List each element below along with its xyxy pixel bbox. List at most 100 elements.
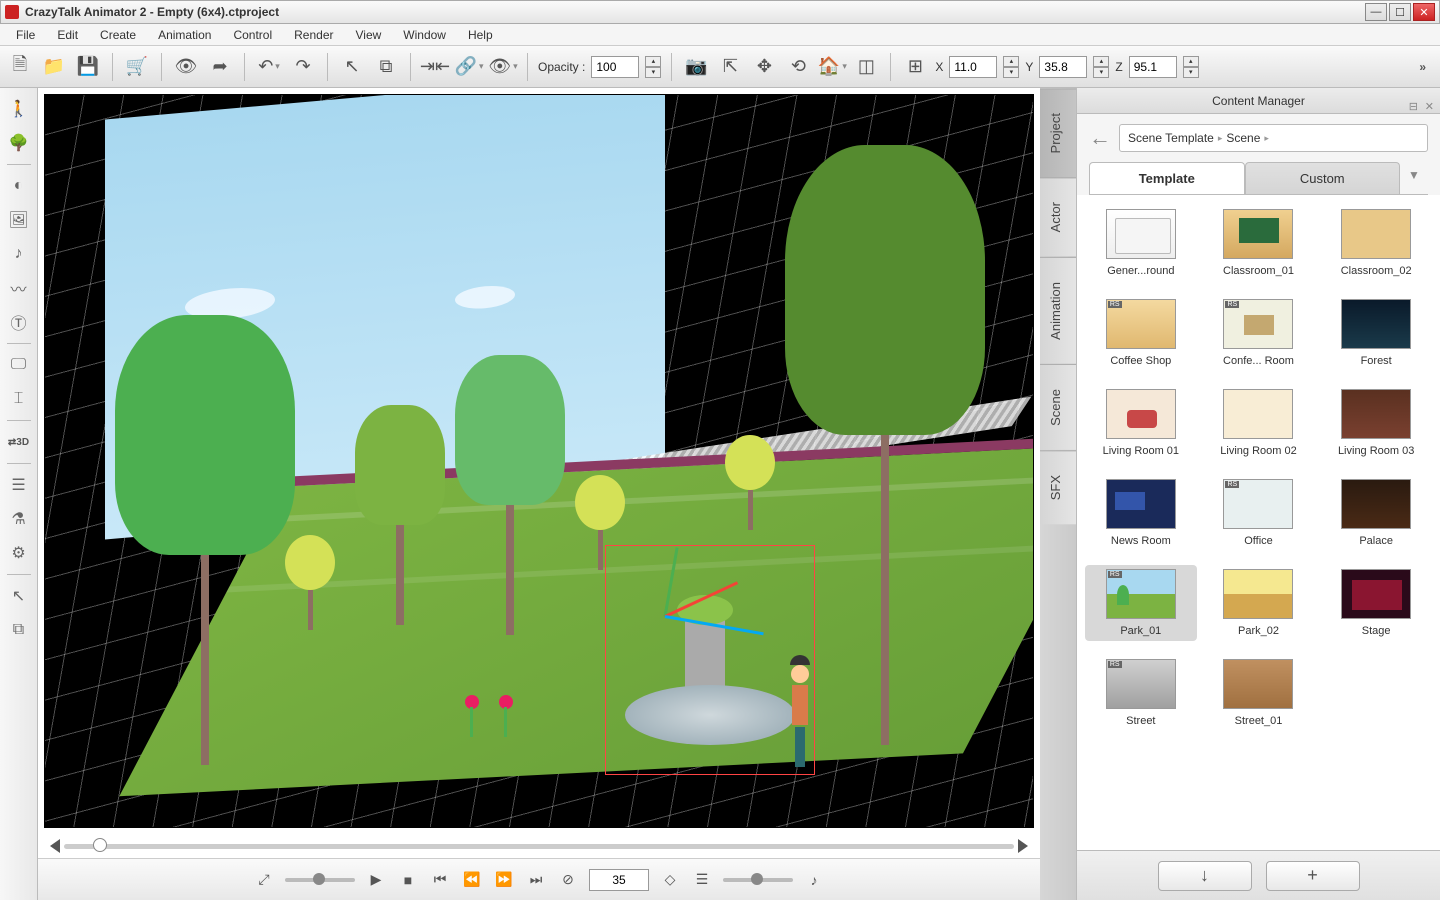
panel-close-icon[interactable]: ✕ [1425, 94, 1434, 120]
flip-icon[interactable]: ⇥⇤ [421, 53, 449, 81]
scene-item[interactable]: Forest [1320, 295, 1432, 371]
first-frame-icon[interactable]: ⏮ [429, 869, 451, 891]
scene-item[interactable]: RSConfe... Room [1203, 295, 1315, 371]
x-input[interactable] [949, 56, 997, 78]
stop-icon[interactable]: ■ [397, 869, 419, 891]
add-button[interactable]: + [1266, 861, 1360, 891]
tab-custom[interactable]: Custom [1245, 162, 1401, 194]
copy-icon[interactable]: ⧉ [372, 53, 400, 81]
scene-item[interactable]: RSPark_01 [1085, 565, 1197, 641]
tab-sfx[interactable]: SFX [1040, 450, 1076, 524]
scene-item[interactable]: Living Room 02 [1203, 385, 1315, 461]
rewind-icon[interactable]: ⏪ [461, 869, 483, 891]
opacity-spinner[interactable]: ▴▾ [645, 56, 661, 78]
open-project-icon[interactable]: 📁 [40, 53, 68, 81]
character-actor[interactable] [780, 655, 820, 775]
tab-template[interactable]: Template [1089, 162, 1245, 194]
tab-animation[interactable]: Animation [1040, 257, 1076, 364]
link-icon[interactable]: 🔗 [455, 53, 483, 81]
current-frame-input[interactable] [589, 869, 649, 891]
zoom-timeline-icon[interactable]: ⤢ [253, 869, 275, 891]
scene-item[interactable]: Living Room 03 [1320, 385, 1432, 461]
menu-view[interactable]: View [345, 26, 391, 44]
waveform-tool-icon[interactable]: 〰 [6, 275, 32, 301]
tab-actor[interactable]: Actor [1040, 177, 1076, 256]
pan-icon[interactable]: ✥ [750, 53, 778, 81]
cursor-icon[interactable]: ↖ [338, 53, 366, 81]
scene-item[interactable]: RSStreet [1085, 655, 1197, 731]
opacity-input[interactable] [591, 56, 639, 78]
minimize-button[interactable]: — [1365, 3, 1387, 21]
x-spinner[interactable]: ▴▾ [1003, 56, 1019, 78]
menu-create[interactable]: Create [90, 26, 146, 44]
scene-item[interactable]: RSOffice [1203, 475, 1315, 551]
volume-slider[interactable] [723, 878, 793, 882]
duplicate-icon[interactable]: ⧉ [6, 617, 32, 643]
keyframe-icon[interactable]: ◇ [659, 869, 681, 891]
menu-render[interactable]: Render [284, 26, 343, 44]
scene-item[interactable]: Stage [1320, 565, 1432, 641]
play-icon[interactable]: ▶ [365, 869, 387, 891]
last-frame-icon[interactable]: ⏭ [525, 869, 547, 891]
scene-item[interactable]: Palace [1320, 475, 1432, 551]
preview-icon[interactable]: 👁 [172, 53, 200, 81]
perspective-icon[interactable]: ◫ [852, 53, 880, 81]
breadcrumb-item[interactable]: Scene [1226, 131, 1260, 145]
viewport-3d[interactable] [44, 94, 1034, 828]
y-spinner[interactable]: ▴▾ [1093, 56, 1109, 78]
menu-animation[interactable]: Animation [148, 26, 221, 44]
breadcrumb[interactable]: Scene Template ▸ Scene ▸ [1119, 124, 1428, 152]
download-button[interactable]: ↓ [1158, 861, 1252, 891]
scene-item[interactable]: Gener...round [1085, 205, 1197, 281]
loop-icon[interactable]: ⊘ [557, 869, 579, 891]
scene-item[interactable]: News Room [1085, 475, 1197, 551]
y-input[interactable] [1039, 56, 1087, 78]
time-slider[interactable] [38, 834, 1040, 858]
pose-tool-icon[interactable]: ⌶ [6, 386, 32, 412]
visibility-icon[interactable]: 👁 [489, 53, 517, 81]
zoom-slider[interactable] [285, 878, 355, 882]
tab-scene[interactable]: Scene [1040, 364, 1076, 450]
tab-project[interactable]: Project [1040, 88, 1076, 177]
new-project-icon[interactable]: 🗎 [6, 53, 34, 81]
z-spinner[interactable]: ▴▾ [1183, 56, 1199, 78]
scene-item[interactable]: Park_02 [1203, 565, 1315, 641]
toolbar-overflow-icon[interactable]: » [1419, 60, 1434, 74]
scene-item[interactable]: RSCoffee Shop [1085, 295, 1197, 371]
back-icon[interactable]: ← [1089, 125, 1111, 151]
text-tool-icon[interactable]: Ⓣ [6, 309, 32, 335]
home-icon[interactable]: 🏠 [818, 53, 846, 81]
close-button[interactable]: ✕ [1413, 3, 1435, 21]
menu-control[interactable]: Control [223, 26, 282, 44]
menu-window[interactable]: Window [393, 26, 456, 44]
scene-item[interactable]: Living Room 01 [1085, 385, 1197, 461]
screen-tool-icon[interactable]: 🖵 [6, 352, 32, 378]
camera-icon[interactable]: 📷 [682, 53, 710, 81]
forward-icon[interactable]: ⏩ [493, 869, 515, 891]
options-dropdown-icon[interactable]: ▼ [1400, 162, 1428, 194]
save-project-icon[interactable]: 💾 [74, 53, 102, 81]
zoom-extents-icon[interactable]: ⇱ [716, 53, 744, 81]
export-icon[interactable]: ➦ [206, 53, 234, 81]
orbit-icon[interactable]: ⟲ [784, 53, 812, 81]
scene-item[interactable]: Classroom_01 [1203, 205, 1315, 281]
scene-item[interactable]: Classroom_02 [1320, 205, 1432, 281]
physics-icon[interactable]: ⚗ [6, 506, 32, 532]
menu-help[interactable]: Help [458, 26, 503, 44]
pin-icon[interactable]: ⊟ [1409, 94, 1418, 120]
menu-edit[interactable]: Edit [47, 26, 88, 44]
audio-tool-icon[interactable]: ♪ [6, 241, 32, 267]
face-tool-icon[interactable]: ◐ [6, 173, 32, 199]
undo-icon[interactable]: ↶ [255, 53, 283, 81]
maximize-button[interactable]: ☐ [1389, 3, 1411, 21]
3d-toggle-icon[interactable]: ⇄3D [6, 429, 32, 455]
breadcrumb-item[interactable]: Scene Template [1128, 131, 1214, 145]
audio-icon[interactable]: ♪ [803, 869, 825, 891]
prop-tool-icon[interactable]: 🌳 [6, 130, 32, 156]
scene-item[interactable]: Street_01 [1203, 655, 1315, 731]
constraint-icon[interactable]: ⚙ [6, 540, 32, 566]
menu-file[interactable]: File [6, 26, 45, 44]
redo-icon[interactable]: ↷ [289, 53, 317, 81]
cart-icon[interactable]: 🛒 [123, 53, 151, 81]
layers-icon[interactable]: ☰ [6, 472, 32, 498]
